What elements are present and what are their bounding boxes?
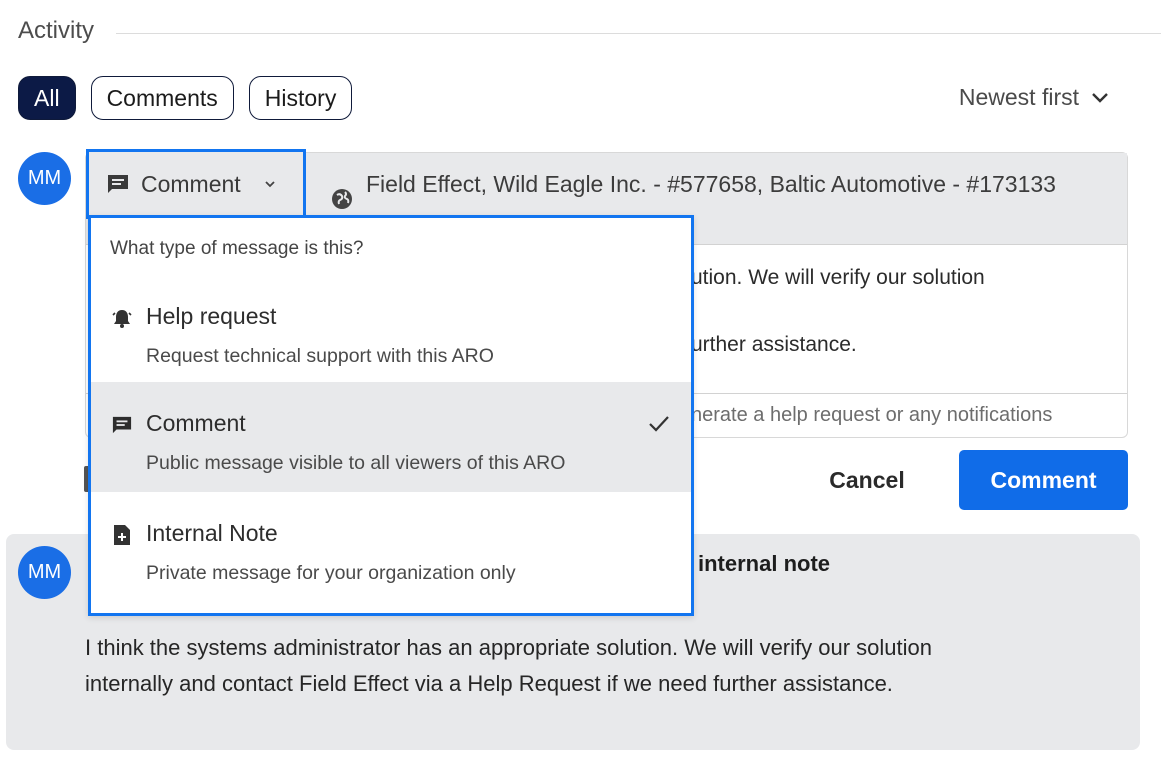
menu-option-comment[interactable]: Comment Public message visible to all vi… xyxy=(91,382,691,492)
option-title: Help request xyxy=(146,303,277,329)
activity-title: Activity xyxy=(18,17,95,44)
cancel-button[interactable]: Cancel xyxy=(808,455,926,505)
activity-header: Activity xyxy=(18,14,1161,48)
avatar-initials: MM xyxy=(27,561,62,583)
menu-prompt: What type of message is this? xyxy=(110,238,364,259)
message-type-label: Comment xyxy=(141,170,241,197)
note-plus-icon xyxy=(111,524,133,546)
message-type-menu: What type of message is this? Help reque… xyxy=(88,215,694,616)
option-title: Internal Note xyxy=(146,520,278,546)
composer-text-line: urther assistance. xyxy=(691,333,857,356)
chevron-down-icon xyxy=(1092,92,1108,103)
tab-history[interactable]: History xyxy=(248,76,353,120)
chevron-down-icon xyxy=(265,181,275,188)
divider xyxy=(116,32,1161,34)
comment-icon xyxy=(108,175,128,193)
option-description: Public message visible to all viewers of… xyxy=(146,452,566,474)
entry-body-text: I think the systems administrator has an… xyxy=(85,635,932,696)
checkmark-icon xyxy=(649,416,669,432)
option-title: Comment xyxy=(146,410,246,436)
menu-option-internal-note[interactable]: Internal Note Private message for your o… xyxy=(91,492,691,602)
option-description: Private message for your organization on… xyxy=(146,562,516,584)
submit-comment-button[interactable]: Comment xyxy=(959,450,1128,510)
tab-all[interactable]: All xyxy=(18,76,76,120)
message-type-dropdown[interactable]: Comment xyxy=(86,149,306,219)
menu-option-help-request[interactable]: Help request Request technical support w… xyxy=(91,275,691,385)
option-description: Request technical support with this ARO xyxy=(146,345,494,367)
composer-hint-text: nerate a help request or any notificatio… xyxy=(691,404,1053,426)
composer-text-line: ution. We will verify our solution xyxy=(691,266,985,289)
sort-label: Newest first xyxy=(958,84,1079,110)
audience-selector[interactable]: Field Effect, Wild Eagle Inc. - #577658,… xyxy=(330,171,1090,211)
avatar: MM xyxy=(18,546,71,599)
bell-icon xyxy=(111,307,133,329)
sort-dropdown[interactable]: Newest first xyxy=(959,84,1109,111)
avatar: MM xyxy=(18,152,71,205)
avatar-initials: MM xyxy=(27,167,62,189)
activity-filter-tabs: All Comments History xyxy=(18,76,353,120)
comment-icon xyxy=(111,414,133,436)
globe-icon xyxy=(332,189,352,209)
entry-type-label: internal note xyxy=(698,551,831,576)
tab-comments[interactable]: Comments xyxy=(90,76,234,120)
audience-text: Field Effect, Wild Eagle Inc. - #577658,… xyxy=(366,171,1056,197)
